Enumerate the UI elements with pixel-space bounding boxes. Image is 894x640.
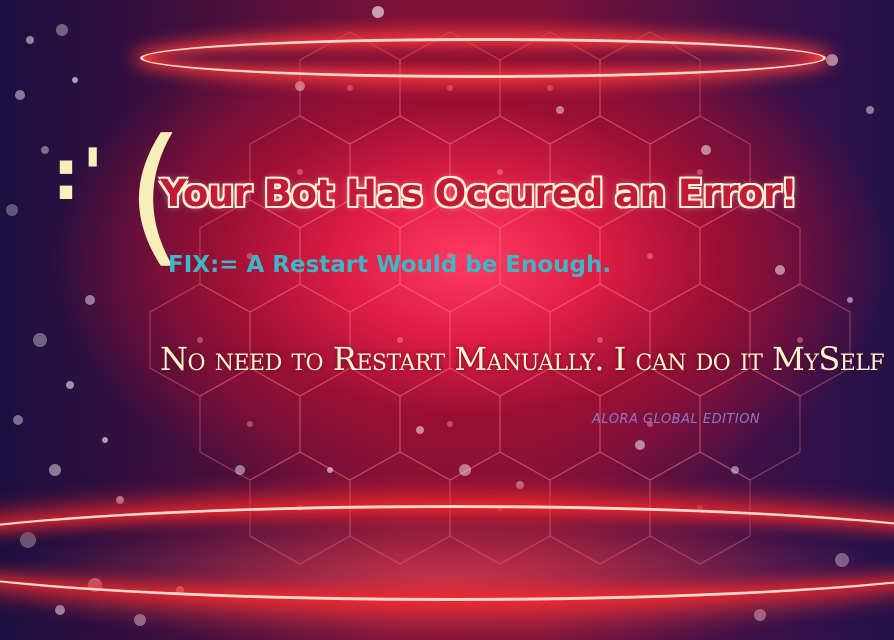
emoticon-colon: :: [52, 134, 82, 216]
error-background: [0, 0, 894, 640]
emoticon-tear: ': [82, 134, 106, 216]
fix-message: FIX:= A Restart Would be Enough.: [168, 252, 612, 278]
edition-label: ALORA GLOBAL EDITION: [592, 412, 761, 427]
error-title: Your Bot Has Occured an Error!: [160, 172, 798, 215]
restart-note: No need to Restart Manually. I can do it…: [160, 340, 885, 378]
bottom-light-ring: [0, 505, 894, 601]
emoticon-eyes: :': [52, 140, 105, 210]
top-light-ring: [140, 38, 826, 78]
